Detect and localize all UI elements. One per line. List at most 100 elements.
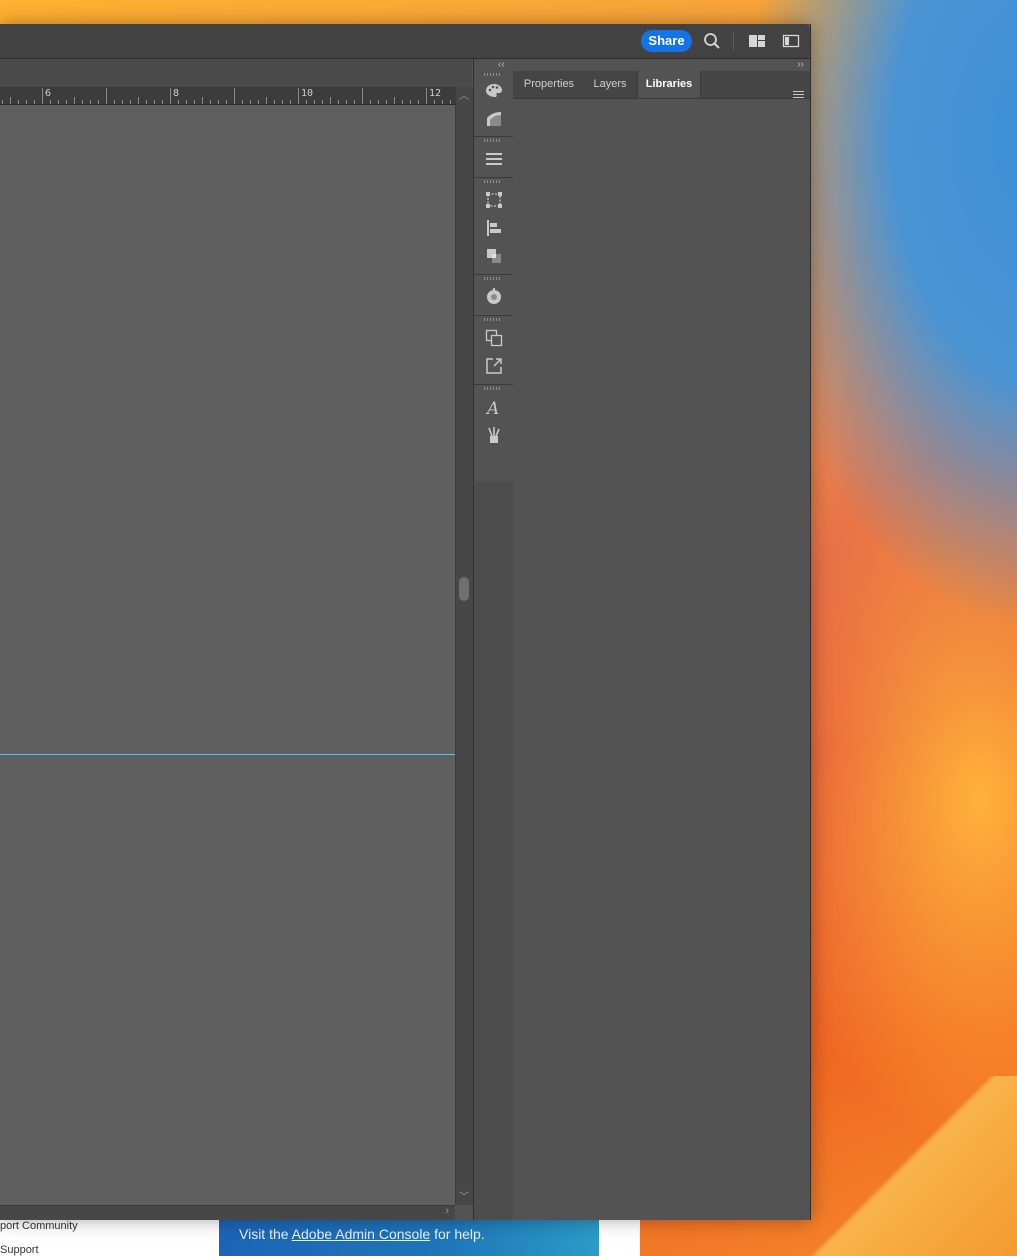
horizontal-guide[interactable]: [0, 754, 455, 755]
horizontal-scrollbar[interactable]: ›: [0, 1205, 455, 1220]
ruler-tick: [218, 100, 219, 104]
ruler-tick: [298, 88, 299, 104]
ruler-tick: [186, 100, 187, 104]
search-icon[interactable]: [701, 30, 723, 52]
ruler-tick: [402, 100, 403, 104]
ruler-tick: [250, 100, 251, 104]
dock-group-artboards: [474, 316, 513, 385]
ruler-tick: [314, 100, 315, 104]
grip-icon[interactable]: [484, 318, 502, 321]
ruler-label: 6: [45, 88, 52, 99]
wallpaper-wedge: [797, 1076, 1017, 1256]
workspace-switcher-icon[interactable]: [746, 30, 768, 52]
grip-icon[interactable]: [484, 277, 502, 280]
horizontal-ruler: 6 8 10 12: [0, 87, 455, 105]
transform-icon[interactable]: [484, 190, 504, 210]
color-palette-icon[interactable]: [484, 81, 504, 101]
ruler-tick: [42, 88, 43, 104]
app-titlebar: Share: [0, 24, 810, 59]
scroll-up-icon[interactable]: ︿: [459, 87, 469, 102]
ruler-tick: [202, 97, 203, 104]
panel-menu-icon[interactable]: [793, 91, 804, 100]
dock-group-type: A: [474, 385, 513, 482]
ruler-tick: [266, 97, 267, 104]
stroke-icon[interactable]: [484, 149, 504, 169]
ruler-tick: [194, 100, 195, 104]
export-icon[interactable]: [484, 356, 504, 376]
ruler-tick: [34, 100, 35, 104]
align-icon[interactable]: [484, 218, 504, 238]
dock-group-transform: [474, 178, 513, 275]
pathfinder-icon[interactable]: [484, 246, 504, 266]
tab-properties[interactable]: Properties: [517, 71, 581, 98]
artboard-canvas[interactable]: [0, 105, 455, 1205]
ruler-tick: [394, 97, 395, 104]
ruler-tick: [98, 100, 99, 104]
ruler-tick: [274, 100, 275, 104]
ruler-tick: [122, 100, 123, 104]
support-community-link[interactable]: port Community: [0, 1220, 78, 1232]
grip-icon[interactable]: [484, 180, 502, 183]
ruler-tick: [378, 100, 379, 104]
vertical-scroll-thumb[interactable]: [459, 577, 469, 601]
ruler-tick: [18, 100, 19, 104]
scroll-right-icon[interactable]: ›: [445, 1205, 449, 1217]
libraries-panel: ›› Properties Layers Libraries: [513, 59, 810, 1220]
grip-icon[interactable]: [484, 73, 502, 76]
ruler-tick: [322, 100, 323, 104]
grip-icon[interactable]: [484, 387, 502, 390]
share-button[interactable]: Share: [641, 30, 692, 52]
ruler-label: 12: [429, 88, 442, 99]
arrange-documents-icon[interactable]: [780, 30, 802, 52]
dock-group-appearance: [474, 275, 513, 316]
ruler-tick: [10, 97, 11, 104]
support-link[interactable]: Support: [0, 1244, 39, 1256]
ruler-tick: [226, 100, 227, 104]
character-styles-icon[interactable]: A: [484, 397, 504, 419]
vertical-scrollbar[interactable]: ︿ ﹀: [455, 87, 473, 1205]
ruler-tick: [450, 100, 451, 104]
ruler-tick: [306, 100, 307, 104]
tab-libraries[interactable]: Libraries: [637, 71, 701, 98]
ruler-tick: [82, 100, 83, 104]
ruler-tick: [170, 88, 171, 104]
ruler-tick: [146, 100, 147, 104]
gradient-icon[interactable]: [484, 109, 504, 129]
ruler-tick: [330, 97, 331, 104]
ruler-tick: [346, 100, 347, 104]
ruler-tick: [290, 100, 291, 104]
tab-layers[interactable]: Layers: [584, 71, 636, 98]
ruler-label: 8: [173, 88, 180, 99]
artboards-icon[interactable]: [484, 328, 504, 348]
appearance-icon[interactable]: [484, 287, 504, 307]
ruler-tick: [338, 100, 339, 104]
ruler-tick: [162, 100, 163, 104]
ruler-tick: [242, 100, 243, 104]
ruler-tick: [282, 100, 283, 104]
ruler-tick: [178, 100, 179, 104]
ruler-tick: [370, 100, 371, 104]
admin-console-link[interactable]: Adobe Admin Console: [292, 1226, 431, 1242]
titlebar-separator: [733, 32, 734, 50]
ruler-tick: [2, 100, 3, 104]
grip-icon[interactable]: [484, 139, 502, 142]
ruler-tick: [130, 100, 131, 104]
brushes-icon[interactable]: [484, 425, 504, 445]
ruler-tick: [138, 97, 139, 104]
ruler-tick: [66, 100, 67, 104]
ruler-label: 10: [301, 88, 314, 99]
panel-dock: ‹‹ A: [473, 59, 514, 1220]
ruler-tick: [418, 100, 419, 104]
ruler-tick: [210, 100, 211, 104]
ruler-tick: [434, 100, 435, 104]
ruler-tick: [442, 100, 443, 104]
scroll-down-icon[interactable]: ﹀: [459, 1188, 469, 1203]
dock-empty-area: [474, 481, 513, 1220]
banner-prefix: Visit the: [239, 1226, 292, 1242]
collapse-dock-icon[interactable]: ‹‹: [498, 59, 505, 70]
panel-tabs: Properties Layers Libraries: [513, 71, 810, 99]
ruler-tick: [362, 88, 363, 104]
svg-text:A: A: [485, 399, 499, 417]
ruler-tick: [90, 100, 91, 104]
expand-panel-icon[interactable]: ››: [797, 59, 804, 70]
